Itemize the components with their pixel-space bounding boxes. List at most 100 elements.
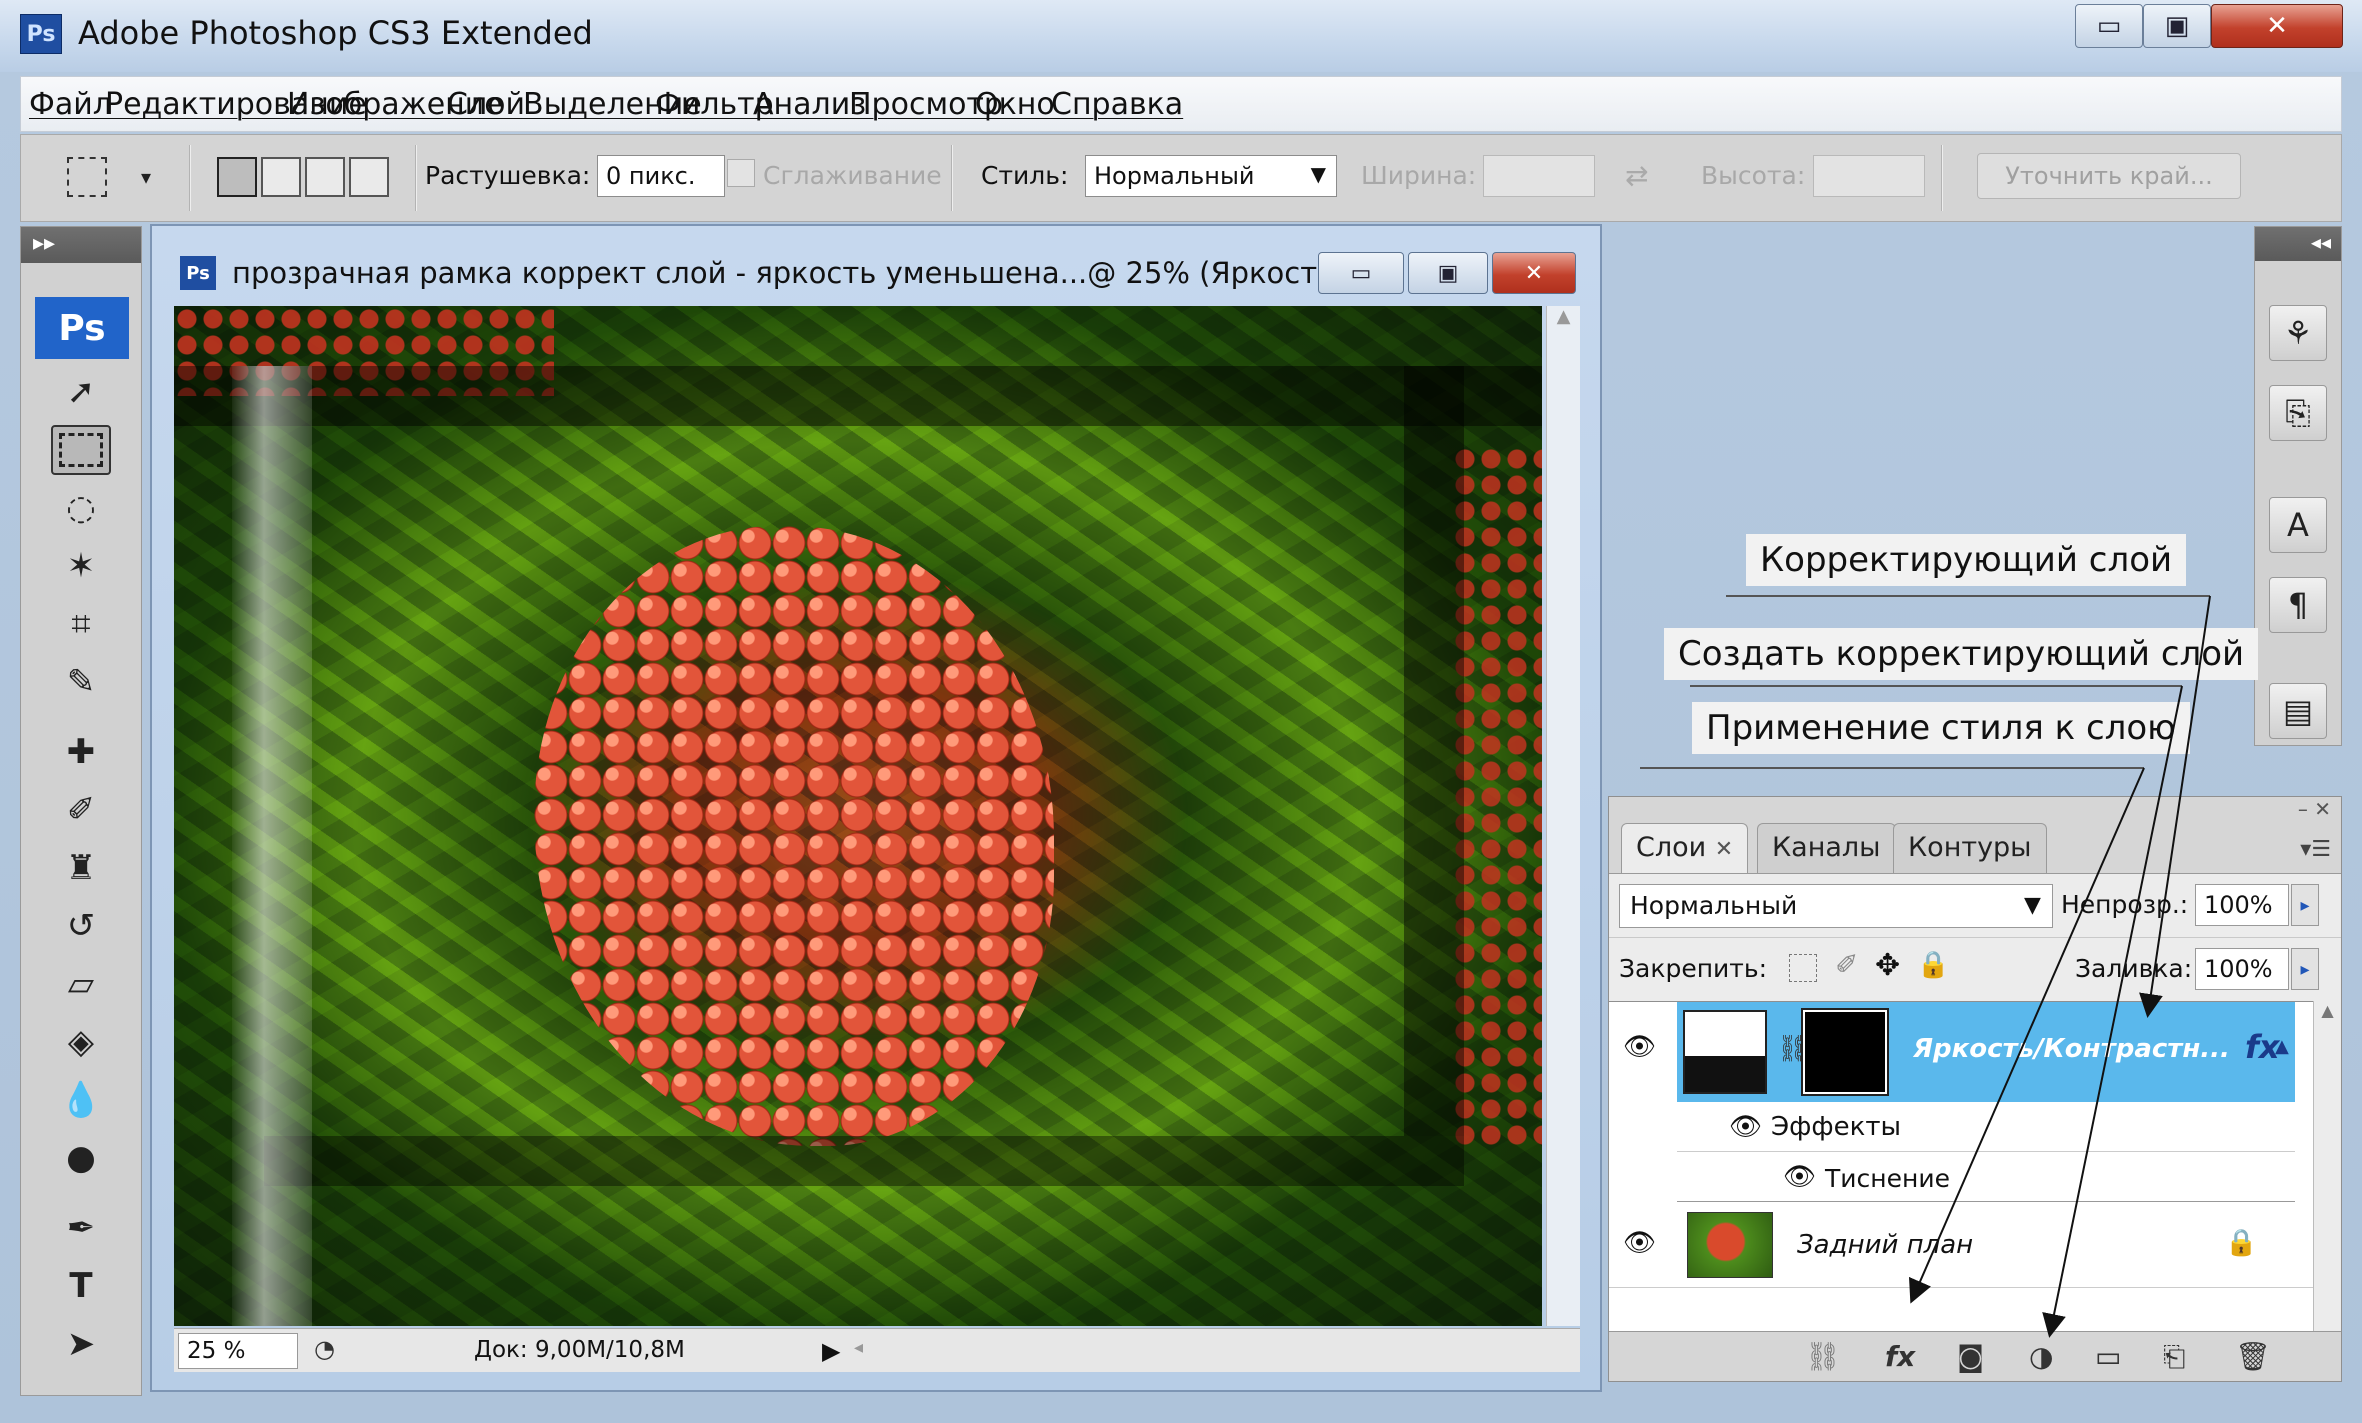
close-button[interactable]: ✕ (2211, 4, 2343, 48)
opacity-input[interactable]: 100% (2195, 884, 2289, 926)
fill-slider-arrow-icon[interactable]: ▸ (2291, 948, 2319, 990)
fill-input[interactable]: 100% (2195, 948, 2289, 990)
marquee-preset-icon[interactable] (67, 157, 107, 197)
tab-paths[interactable]: Контуры (1893, 823, 2047, 873)
image-canvas[interactable] (174, 306, 1542, 1326)
eyedropper-tool-icon[interactable]: ✎ (51, 657, 111, 707)
document-close-button[interactable]: ✕ (1492, 252, 1576, 294)
eye-icon[interactable]: 👁 (1783, 1162, 1816, 1192)
maximize-button[interactable]: ▣ (2143, 4, 2211, 48)
height-label: Высота: (1701, 161, 1806, 190)
width-input[interactable] (1483, 155, 1595, 197)
zoom-level-field[interactable]: 25 % (178, 1333, 298, 1369)
close-tab-icon[interactable]: ✕ (1715, 837, 1733, 862)
delete-layer-icon[interactable]: 🗑 (2235, 1340, 2271, 1373)
link-layers-icon[interactable]: ⛓ (1805, 1340, 1841, 1373)
lock-all-icon[interactable]: 🔒 (1917, 950, 1949, 980)
layer-row-brightness-contrast[interactable]: ⛓ Яркость/Контрастн... fx ▲ (1677, 1002, 2295, 1102)
paint-bucket-tool-icon[interactable]: ◈ (51, 1017, 111, 1067)
feather-label: Растушевка: (425, 161, 591, 190)
move-tool-icon[interactable]: ➚ (51, 367, 111, 417)
pen-tool-icon[interactable]: ✒ (51, 1203, 111, 1253)
expand-effects-icon[interactable]: ▲ (2275, 1036, 2289, 1057)
horizontal-scroll-left-icon[interactable]: ◂ (854, 1337, 863, 1358)
brush-tool-icon[interactable]: ✐ (51, 785, 111, 835)
eye-icon[interactable]: 👁 (1623, 1228, 1656, 1258)
tools-panel-header[interactable]: ▸▸ (21, 227, 141, 263)
eye-icon[interactable]: 👁 (1729, 1112, 1762, 1142)
eraser-tool-icon[interactable]: ▱ (51, 959, 111, 1009)
document-minimize-button[interactable]: ▭ (1318, 252, 1404, 294)
adjustment-icon (1683, 1010, 1767, 1094)
type-tool-icon[interactable]: T (51, 1261, 111, 1311)
layer-name: Задний план (1797, 1230, 1974, 1260)
app-window: Ps Adobe Photoshop CS3 Extended ▭ ▣ ✕ Фа… (0, 0, 2362, 1423)
menu-help[interactable]: Справка (1051, 87, 1183, 122)
photoshop-logo[interactable]: Ps (35, 297, 129, 359)
menu-layer[interactable]: Слой (447, 87, 525, 122)
status-options-icon[interactable]: ◔ (314, 1335, 335, 1363)
status-menu-arrow-icon[interactable]: ▶ (822, 1337, 840, 1365)
healing-brush-tool-icon[interactable]: ✚ (51, 727, 111, 777)
history-brush-tool-icon[interactable]: ↺ (51, 901, 111, 951)
add-layer-mask-icon[interactable]: ◙ (1957, 1340, 1984, 1373)
document-vertical-scrollbar[interactable]: ▲ (1546, 306, 1580, 1326)
panel-menu-icon[interactable]: ▾☰ (2300, 837, 2331, 862)
layer-effects-row[interactable]: 👁 Эффекты (1677, 1102, 2295, 1152)
lock-position-icon[interactable]: ✥ (1875, 948, 1900, 983)
title-bar: Ps Adobe Photoshop CS3 Extended ▭ ▣ ✕ (0, 0, 2362, 72)
document-maximize-button[interactable]: ▣ (1408, 252, 1488, 294)
dodge-tool-icon[interactable]: ● (51, 1133, 111, 1183)
intersect-selection-icon[interactable] (349, 157, 389, 197)
callout-apply-layer-style: Применение стиля к слою (1692, 702, 2190, 754)
new-selection-icon[interactable] (217, 157, 257, 197)
rectangular-marquee-tool-icon[interactable] (51, 425, 111, 475)
preset-dropdown-arrow-icon[interactable]: ▾ (141, 165, 151, 189)
document-title: прозрачная рамка коррект слой - яркость … (232, 256, 1345, 290)
path-selection-tool-icon[interactable]: ➤ (51, 1319, 111, 1369)
panel-dock-header[interactable]: ◂◂ (2255, 227, 2341, 261)
add-layer-style-icon[interactable]: fx (1885, 1340, 1915, 1373)
history-panel-icon[interactable]: ⎘ (2269, 385, 2327, 441)
height-input[interactable] (1813, 155, 1925, 197)
eye-icon[interactable]: 👁 (1623, 1032, 1656, 1062)
antialias-checkbox[interactable] (727, 159, 755, 187)
opacity-slider-arrow-icon[interactable]: ▸ (2291, 884, 2319, 926)
chevron-down-icon: ▼ (2024, 893, 2041, 918)
magic-wand-tool-icon[interactable]: ✶ (51, 541, 111, 591)
style-select[interactable]: Нормальный ▼ (1085, 155, 1337, 197)
add-to-selection-icon[interactable] (261, 157, 301, 197)
lock-transparency-icon[interactable] (1789, 954, 1817, 982)
tool-presets-panel-icon[interactable]: ▤ (2269, 683, 2327, 739)
lock-image-icon[interactable]: ✐ (1835, 948, 1858, 981)
new-group-icon[interactable]: ▭ (2095, 1340, 2121, 1373)
layer-row-background[interactable]: 👁 Задний план 🔒 (1609, 1202, 2313, 1288)
clone-stamp-tool-icon[interactable]: ♜ (51, 843, 111, 893)
minimize-button[interactable]: ▭ (2075, 4, 2143, 48)
photoshop-app-icon: Ps (20, 14, 62, 54)
layers-scrollbar[interactable]: ▲ (2313, 1001, 2341, 1331)
fill-label: Заливка: (2075, 954, 2193, 983)
lasso-tool-icon[interactable]: ◌ (51, 483, 111, 533)
subtract-from-selection-icon[interactable] (305, 157, 345, 197)
menu-file[interactable]: Файл (29, 87, 112, 122)
tab-channels[interactable]: Каналы (1757, 823, 1896, 873)
options-separator (1941, 145, 1943, 211)
refine-edge-button[interactable]: Уточнить край... (1977, 153, 2241, 199)
frame-shade-bottom (264, 1136, 1464, 1186)
swap-dimensions-icon[interactable]: ⇄ (1625, 159, 1648, 192)
character-panel-icon[interactable]: A (2269, 497, 2327, 553)
style-label: Стиль: (981, 161, 1069, 190)
crop-tool-icon[interactable]: ⌗ (51, 599, 111, 649)
new-layer-icon[interactable]: ⎗ (2163, 1340, 2185, 1374)
create-adjustment-layer-icon[interactable]: ◑ (2029, 1340, 2053, 1373)
navigator-panel-icon[interactable]: ⚘ (2269, 305, 2327, 361)
layer-effect-emboss-row[interactable]: 👁 Тиснение (1677, 1152, 2295, 1202)
paragraph-panel-icon[interactable]: ¶ (2269, 577, 2327, 633)
menu-window[interactable]: Окно (975, 87, 1055, 122)
layer-mask-thumbnail[interactable] (1803, 1010, 1887, 1094)
blur-tool-icon[interactable]: 💧 (51, 1075, 111, 1125)
blend-mode-select[interactable]: Нормальный ▼ (1619, 884, 2053, 928)
tab-layers[interactable]: Слои ✕ (1621, 823, 1749, 873)
feather-input[interactable]: 0 пикс. (597, 155, 725, 197)
